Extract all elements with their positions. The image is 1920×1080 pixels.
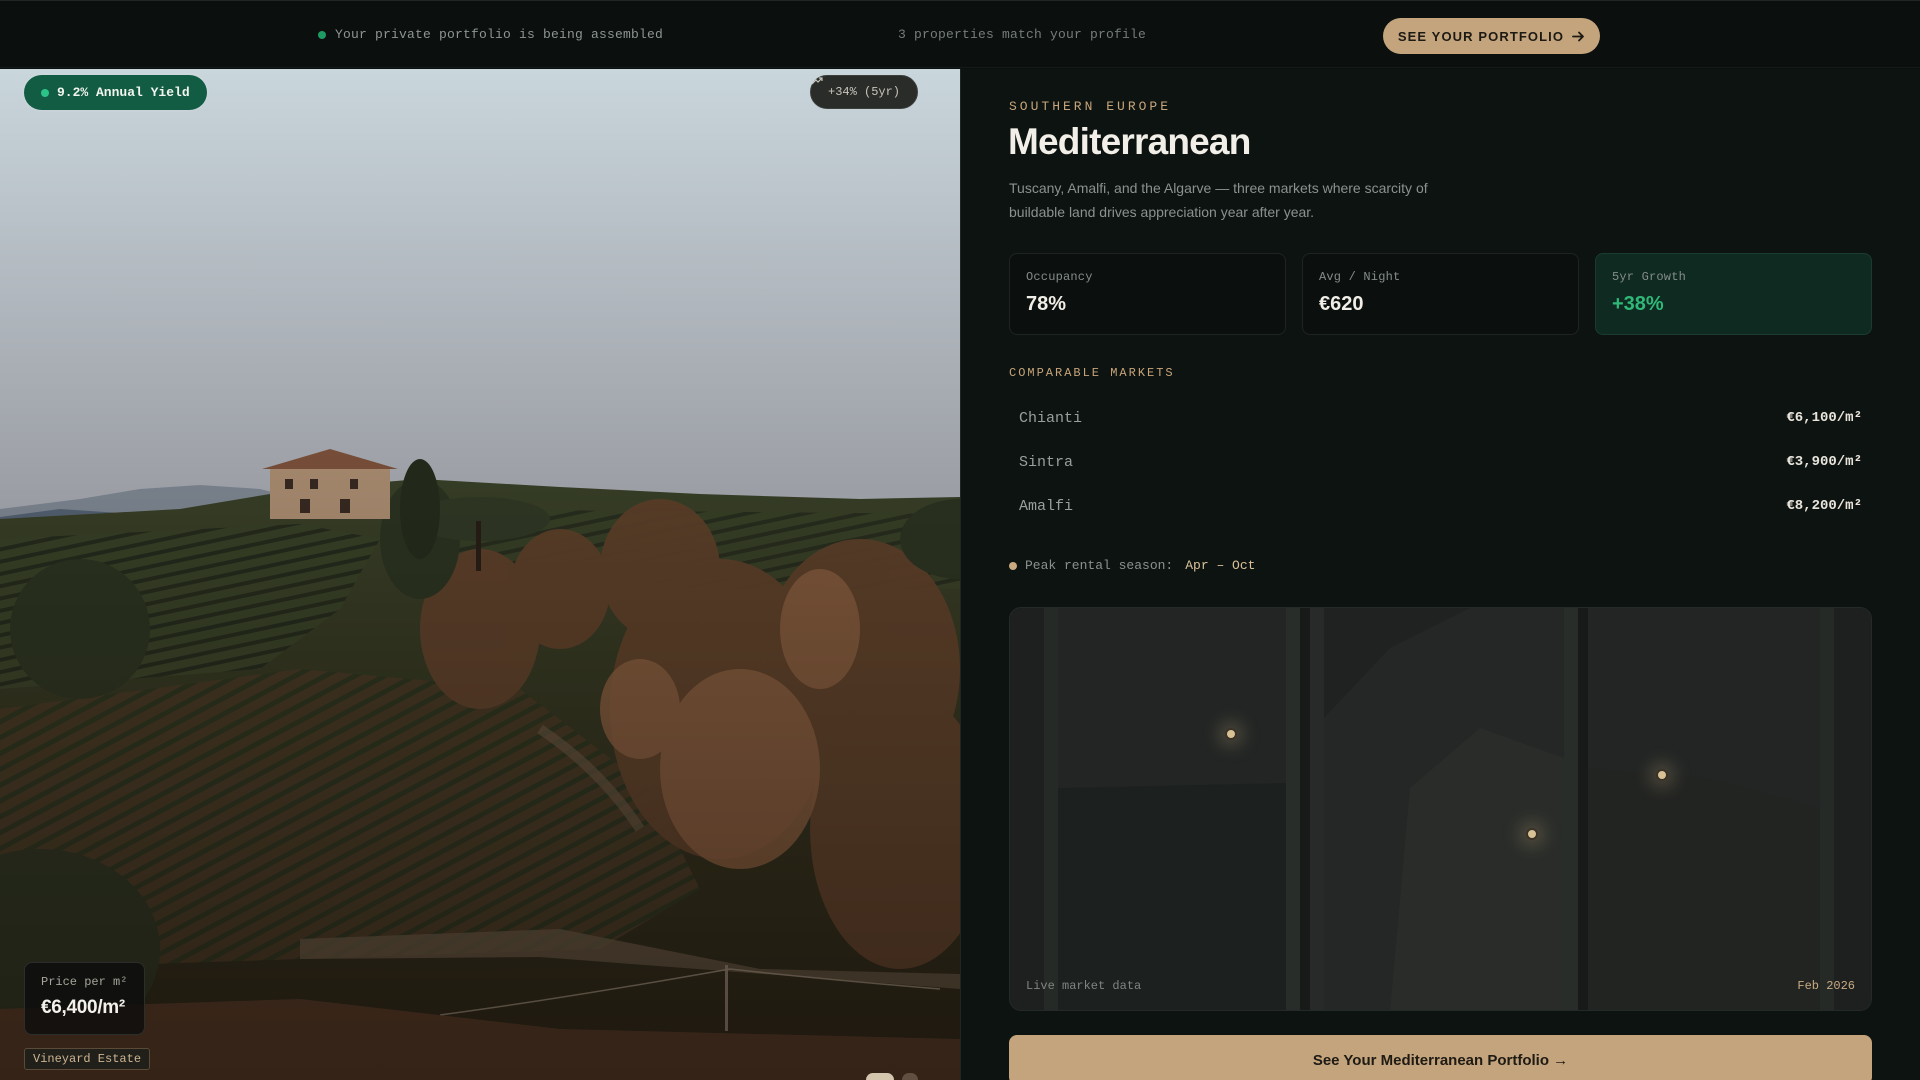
match-count-text: 3 properties match your profile bbox=[898, 27, 1147, 42]
slide-dot[interactable] bbox=[902, 1073, 918, 1080]
market-price: €3,900/m² bbox=[1786, 454, 1862, 470]
map-date-label: Feb 2026 bbox=[1797, 979, 1855, 993]
market-price: €6,100/m² bbox=[1786, 410, 1862, 426]
trend-up-icon bbox=[811, 77, 823, 85]
status-text: Your private portfolio is being assemble… bbox=[335, 27, 664, 42]
season-label: Peak rental season: bbox=[1025, 558, 1174, 573]
price-card-label: Price per m² bbox=[41, 975, 128, 989]
price-per-m2-card: Price per m² €6,400/m² bbox=[24, 962, 145, 1035]
yield-dot-icon bbox=[41, 88, 49, 97]
slide-dot-active[interactable] bbox=[866, 1073, 894, 1080]
market-description: Tuscany, Amalfi, and the Algarve — three… bbox=[1009, 180, 1428, 220]
annual-yield-badge: 9.2% Annual Yield bbox=[24, 75, 207, 110]
see-portfolio-button[interactable]: SEE YOUR PORTFOLIO bbox=[1383, 18, 1600, 54]
market-map[interactable]: Live market data Feb 2026 bbox=[1009, 607, 1872, 1011]
hero-image: 9.2% Annual Yield +34% (5yr) Price per m… bbox=[0, 69, 960, 1080]
comparable-markets-heading: COMPARABLE MARKETS bbox=[1009, 366, 1175, 380]
market-price: €8,200/m² bbox=[1786, 498, 1862, 514]
comparable-market-row[interactable]: Chianti €6,100/m² bbox=[1009, 396, 1872, 440]
market-name: Amalfi bbox=[1019, 497, 1074, 515]
vineyard-landscape-image bbox=[0, 69, 960, 1080]
peak-season-info: Peak rental season: Apr – Oct bbox=[1009, 558, 1255, 573]
estate-type-tag: Vineyard Estate bbox=[24, 1048, 151, 1070]
stat-value: €620 bbox=[1319, 293, 1364, 315]
stat-value: +38% bbox=[1612, 293, 1664, 315]
stat-card-occupancy: Occupancy 78% bbox=[1009, 253, 1286, 335]
stat-card-avg-night: Avg / Night €620 bbox=[1302, 253, 1579, 335]
top-bar: Your private portfolio is being assemble… bbox=[0, 0, 1920, 68]
map-pin[interactable] bbox=[1225, 728, 1237, 740]
price-card-value: €6,400/m² bbox=[41, 997, 125, 1018]
region-label: SOUTHERN EUROPE bbox=[1009, 99, 1172, 114]
growth-label: +34% (5yr) bbox=[828, 85, 901, 99]
stat-card-5yr-growth: 5yr Growth +38% bbox=[1595, 253, 1872, 335]
comparable-market-row[interactable]: Sintra €3,900/m² bbox=[1009, 440, 1872, 484]
stat-label: Occupancy bbox=[1026, 270, 1093, 284]
market-name: Sintra bbox=[1019, 453, 1074, 471]
status-dot-icon bbox=[318, 30, 326, 39]
annual-yield-label: 9.2% Annual Yield bbox=[57, 85, 190, 100]
stat-label: Avg / Night bbox=[1319, 270, 1401, 284]
stat-label: 5yr Growth bbox=[1612, 270, 1687, 284]
market-name: Chianti bbox=[1019, 409, 1083, 427]
stat-value: 78% bbox=[1026, 293, 1067, 315]
market-details-panel: SOUTHERN EUROPE Mediterranean Tuscany, A… bbox=[961, 69, 1920, 1080]
growth-badge: +34% (5yr) bbox=[810, 75, 919, 109]
slide-indicator[interactable] bbox=[866, 1073, 918, 1080]
page-title: Mediterranean bbox=[1008, 121, 1251, 162]
season-value: Apr – Oct bbox=[1185, 558, 1256, 573]
comparable-market-row[interactable]: Amalfi €8,200/m² bbox=[1009, 484, 1872, 528]
live-data-label: Live market data bbox=[1026, 979, 1142, 993]
see-mediterranean-portfolio-button[interactable]: See Your Mediterranean Portfolio → bbox=[1009, 1035, 1872, 1080]
coastal-map-image bbox=[1010, 608, 1871, 1010]
map-pin[interactable] bbox=[1656, 769, 1668, 781]
see-portfolio-label: SEE YOUR PORTFOLIO bbox=[1397, 28, 1565, 44]
arrow-right-icon bbox=[1572, 31, 1584, 41]
season-dot-icon bbox=[1009, 561, 1017, 570]
map-pin[interactable] bbox=[1526, 828, 1538, 840]
portfolio-status: Your private portfolio is being assemble… bbox=[318, 27, 663, 42]
